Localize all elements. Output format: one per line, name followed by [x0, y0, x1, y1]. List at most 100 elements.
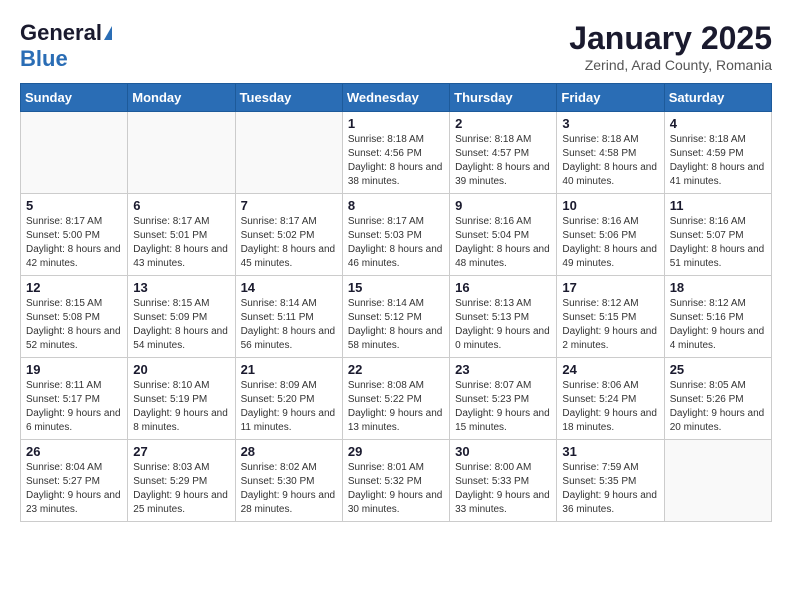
page-header: General Blue January 2025 Zerind, Arad C…: [20, 20, 772, 73]
day-number: 22: [348, 362, 444, 377]
day-number: 5: [26, 198, 122, 213]
day-number: 12: [26, 280, 122, 295]
day-number: 19: [26, 362, 122, 377]
calendar-cell: [128, 112, 235, 194]
day-info: Sunrise: 8:05 AM Sunset: 5:26 PM Dayligh…: [670, 379, 766, 435]
day-number: 30: [455, 444, 551, 459]
weekday-header-tuesday: Tuesday: [235, 84, 342, 112]
day-number: 20: [133, 362, 229, 377]
calendar-cell: 31 Sunrise: 7:59 AM Sunset: 5:35 PM Dayli…: [557, 440, 664, 522]
weekday-header-saturday: Saturday: [664, 84, 771, 112]
calendar-cell: 25 Sunrise: 8:05 AM Sunset: 5:26 PM Dayli…: [664, 358, 771, 440]
location-subtitle: Zerind, Arad County, Romania: [569, 57, 772, 73]
weekday-header-row: SundayMondayTuesdayWednesdayThursdayFrid…: [21, 84, 772, 112]
day-number: 15: [348, 280, 444, 295]
day-number: 24: [562, 362, 658, 377]
day-info: Sunrise: 8:17 AM Sunset: 5:02 PM Dayligh…: [241, 215, 337, 271]
logo-icon: [104, 26, 112, 40]
day-info: Sunrise: 8:06 AM Sunset: 5:24 PM Dayligh…: [562, 379, 658, 435]
calendar-cell: 16Sunrise: 8:13 AM Sunset: 5:13 PM Dayli…: [450, 276, 557, 358]
calendar-cell: 17Sunrise: 8:12 AM Sunset: 5:15 PM Dayli…: [557, 276, 664, 358]
day-info: Sunrise: 8:02 AM Sunset: 5:30 PM Dayligh…: [241, 461, 337, 517]
calendar-cell: 14 Sunrise: 8:14 AM Sunset: 5:11 PM Dayli…: [235, 276, 342, 358]
calendar-cell: 8 Sunrise: 8:17 AM Sunset: 5:03 PM Daylig…: [342, 194, 449, 276]
day-info: Sunrise: 7:59 AM Sunset: 5:35 PM Dayligh…: [562, 461, 658, 517]
calendar-cell: [21, 112, 128, 194]
weekday-header-sunday: Sunday: [21, 84, 128, 112]
calendar-cell: 3 Sunrise: 8:18 AM Sunset: 4:58 PM Daylig…: [557, 112, 664, 194]
day-number: 31: [562, 444, 658, 459]
calendar-cell: 26Sunrise: 8:04 AM Sunset: 5:27 PM Dayli…: [21, 440, 128, 522]
day-info: Sunrise: 8:01 AM Sunset: 5:32 PM Dayligh…: [348, 461, 444, 517]
day-info: Sunrise: 8:07 AM Sunset: 5:23 PM Dayligh…: [455, 379, 551, 435]
day-info: Sunrise: 8:10 AM Sunset: 5:19 PM Dayligh…: [133, 379, 229, 435]
day-number: 28: [241, 444, 337, 459]
calendar-cell: 13Sunrise: 8:15 AM Sunset: 5:09 PM Dayli…: [128, 276, 235, 358]
day-number: 26: [26, 444, 122, 459]
day-info: Sunrise: 8:09 AM Sunset: 5:20 PM Dayligh…: [241, 379, 337, 435]
calendar-body: 1 Sunrise: 8:18 AM Sunset: 4:56 PM Daylig…: [21, 112, 772, 522]
day-info: Sunrise: 8:00 AM Sunset: 5:33 PM Dayligh…: [455, 461, 551, 517]
calendar-cell: 29 Sunrise: 8:01 AM Sunset: 5:32 PM Dayli…: [342, 440, 449, 522]
weekday-header-wednesday: Wednesday: [342, 84, 449, 112]
day-info: Sunrise: 8:14 AM Sunset: 5:12 PM Dayligh…: [348, 297, 444, 353]
day-number: 7: [241, 198, 337, 213]
calendar-table: SundayMondayTuesdayWednesdayThursdayFrid…: [20, 83, 772, 522]
day-info: Sunrise: 8:12 AM Sunset: 5:16 PM Dayligh…: [670, 297, 766, 353]
calendar-cell: 15 Sunrise: 8:14 AM Sunset: 5:12 PM Dayli…: [342, 276, 449, 358]
weekday-header-thursday: Thursday: [450, 84, 557, 112]
calendar-cell: 2Sunrise: 8:18 AM Sunset: 4:57 PM Daylig…: [450, 112, 557, 194]
calendar-cell: [235, 112, 342, 194]
calendar-cell: 4 Sunrise: 8:18 AM Sunset: 4:59 PM Daylig…: [664, 112, 771, 194]
calendar-cell: 7 Sunrise: 8:17 AM Sunset: 5:02 PM Daylig…: [235, 194, 342, 276]
calendar-week-5: 26Sunrise: 8:04 AM Sunset: 5:27 PM Dayli…: [21, 440, 772, 522]
logo-blue-text: Blue: [20, 46, 68, 72]
calendar-cell: 5 Sunrise: 8:17 AM Sunset: 5:00 PM Daylig…: [21, 194, 128, 276]
day-info: Sunrise: 8:15 AM Sunset: 5:08 PM Dayligh…: [26, 297, 122, 353]
day-number: 17: [562, 280, 658, 295]
day-info: Sunrise: 8:03 AM Sunset: 5:29 PM Dayligh…: [133, 461, 229, 517]
day-info: Sunrise: 8:17 AM Sunset: 5:03 PM Dayligh…: [348, 215, 444, 271]
calendar-week-1: 1 Sunrise: 8:18 AM Sunset: 4:56 PM Daylig…: [21, 112, 772, 194]
calendar-week-2: 5 Sunrise: 8:17 AM Sunset: 5:00 PM Daylig…: [21, 194, 772, 276]
day-number: 13: [133, 280, 229, 295]
day-info: Sunrise: 8:18 AM Sunset: 4:58 PM Dayligh…: [562, 133, 658, 189]
day-number: 23: [455, 362, 551, 377]
day-number: 4: [670, 116, 766, 131]
calendar-cell: 20 Sunrise: 8:10 AM Sunset: 5:19 PM Dayli…: [128, 358, 235, 440]
calendar-cell: 6 Sunrise: 8:17 AM Sunset: 5:01 PM Daylig…: [128, 194, 235, 276]
calendar-cell: [664, 440, 771, 522]
calendar-cell: 10Sunrise: 8:16 AM Sunset: 5:06 PM Dayli…: [557, 194, 664, 276]
calendar-cell: 1 Sunrise: 8:18 AM Sunset: 4:56 PM Daylig…: [342, 112, 449, 194]
day-info: Sunrise: 8:17 AM Sunset: 5:00 PM Dayligh…: [26, 215, 122, 271]
day-info: Sunrise: 8:11 AM Sunset: 5:17 PM Dayligh…: [26, 379, 122, 435]
calendar-cell: 27 Sunrise: 8:03 AM Sunset: 5:29 PM Dayli…: [128, 440, 235, 522]
day-info: Sunrise: 8:08 AM Sunset: 5:22 PM Dayligh…: [348, 379, 444, 435]
day-info: Sunrise: 8:17 AM Sunset: 5:01 PM Dayligh…: [133, 215, 229, 271]
title-section: January 2025 Zerind, Arad County, Romani…: [569, 20, 772, 73]
day-number: 10: [562, 198, 658, 213]
calendar-cell: 12 Sunrise: 8:15 AM Sunset: 5:08 PM Dayli…: [21, 276, 128, 358]
weekday-header-monday: Monday: [128, 84, 235, 112]
calendar-week-4: 19 Sunrise: 8:11 AM Sunset: 5:17 PM Dayli…: [21, 358, 772, 440]
day-number: 6: [133, 198, 229, 213]
day-info: Sunrise: 8:16 AM Sunset: 5:07 PM Dayligh…: [670, 215, 766, 271]
calendar-cell: 18Sunrise: 8:12 AM Sunset: 5:16 PM Dayli…: [664, 276, 771, 358]
calendar-cell: 11 Sunrise: 8:16 AM Sunset: 5:07 PM Dayli…: [664, 194, 771, 276]
day-number: 9: [455, 198, 551, 213]
day-info: Sunrise: 8:16 AM Sunset: 5:04 PM Dayligh…: [455, 215, 551, 271]
day-number: 3: [562, 116, 658, 131]
day-info: Sunrise: 8:18 AM Sunset: 4:59 PM Dayligh…: [670, 133, 766, 189]
day-number: 11: [670, 198, 766, 213]
day-number: 8: [348, 198, 444, 213]
day-number: 29: [348, 444, 444, 459]
day-info: Sunrise: 8:18 AM Sunset: 4:56 PM Dayligh…: [348, 133, 444, 189]
day-number: 27: [133, 444, 229, 459]
day-number: 25: [670, 362, 766, 377]
calendar-cell: 24 Sunrise: 8:06 AM Sunset: 5:24 PM Dayli…: [557, 358, 664, 440]
day-number: 1: [348, 116, 444, 131]
calendar-cell: 30 Sunrise: 8:00 AM Sunset: 5:33 PM Dayli…: [450, 440, 557, 522]
day-number: 14: [241, 280, 337, 295]
day-info: Sunrise: 8:14 AM Sunset: 5:11 PM Dayligh…: [241, 297, 337, 353]
day-number: 16: [455, 280, 551, 295]
